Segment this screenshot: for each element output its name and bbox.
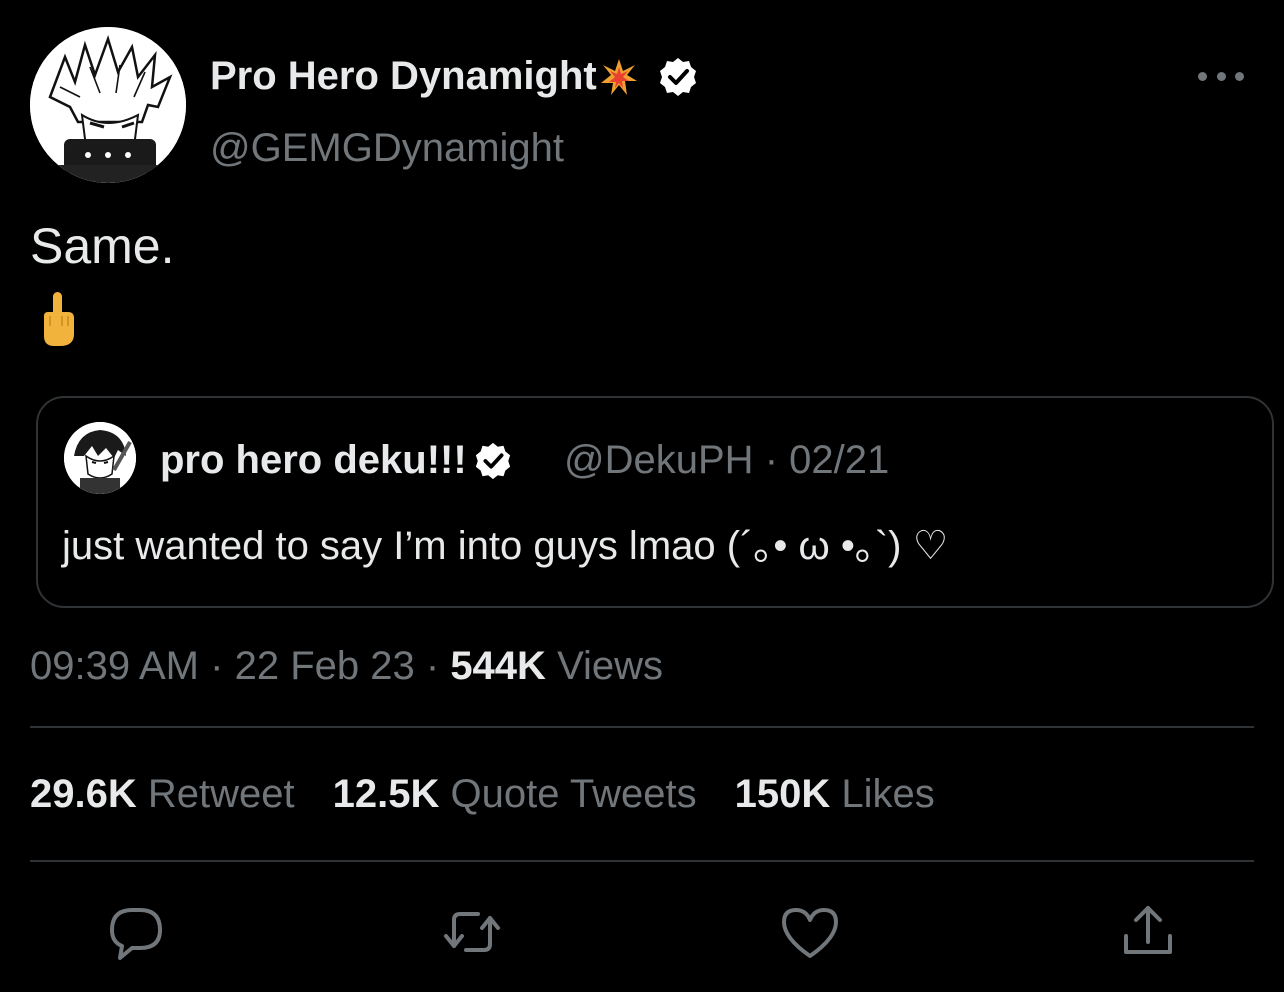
quoted-tweet-text: just wanted to say I’m into guys lmao (´…: [62, 524, 949, 568]
verified-badge-icon: [657, 56, 699, 98]
quoted-tweet-date[interactable]: 02/21: [789, 438, 889, 482]
retweet-label: Retweet: [147, 772, 295, 816]
more-dot: [1198, 71, 1207, 81]
divider: [30, 860, 1254, 862]
tweet-text: Same.: [30, 218, 175, 274]
divider: [30, 726, 1254, 728]
meta-separator: ·: [764, 438, 779, 482]
reply-icon[interactable]: [106, 902, 166, 962]
likes-count: 150K: [734, 772, 831, 816]
likes-stat[interactable]: 150K Likes: [735, 772, 935, 817]
quote-tweets-stat[interactable]: 12.5K Quote Tweets: [333, 772, 697, 817]
retweet-stat[interactable]: 29.6K Retweet: [30, 772, 295, 817]
tweet-timestamp: 09:39 AM · 22 Feb 23 · 544K Views: [30, 644, 663, 689]
quoted-tweet-meta: @DekuPH · 02/21: [564, 438, 889, 483]
more-options-icon[interactable]: [1198, 64, 1244, 88]
views-label: Views: [557, 644, 664, 688]
middle-finger-emoji-icon: [38, 290, 78, 348]
meta-separator: ·: [210, 644, 224, 688]
author-display-name[interactable]: Pro Hero Dynamight: [210, 54, 699, 99]
quoted-author-avatar[interactable]: [64, 422, 136, 494]
likes-label: Likes: [841, 772, 935, 816]
verified-badge-icon: [473, 441, 513, 481]
more-dot: [1235, 71, 1244, 81]
quote-count: 12.5K: [332, 772, 440, 816]
tweet-date[interactable]: 22 Feb 23: [235, 644, 415, 688]
meta-separator: ·: [425, 644, 440, 688]
collision-emoji-icon: [599, 57, 639, 97]
author-name-text: Pro Hero Dynamight: [210, 54, 597, 98]
quote-label: Quote Tweets: [450, 772, 697, 816]
engagement-stats: 29.6K Retweet 12.5K Quote Tweets 150K Li…: [30, 772, 935, 817]
tweet-time[interactable]: 09:39 AM: [30, 644, 199, 688]
retweet-icon[interactable]: [442, 902, 502, 962]
like-icon[interactable]: [780, 902, 840, 962]
quoted-author-handle[interactable]: @DekuPH: [564, 438, 754, 482]
quoted-author-name[interactable]: pro hero deku!!!: [160, 438, 513, 483]
author-handle[interactable]: @GEMGDynamight: [210, 126, 564, 171]
quoted-author-name-text: pro hero deku!!!: [160, 438, 467, 482]
more-dot: [1216, 71, 1226, 81]
quoted-tweet-card[interactable]: [36, 396, 1274, 608]
author-avatar[interactable]: [30, 27, 186, 183]
views-count: 544K: [450, 644, 546, 688]
retweet-count: 29.6K: [30, 772, 137, 816]
share-icon[interactable]: [1118, 902, 1178, 962]
